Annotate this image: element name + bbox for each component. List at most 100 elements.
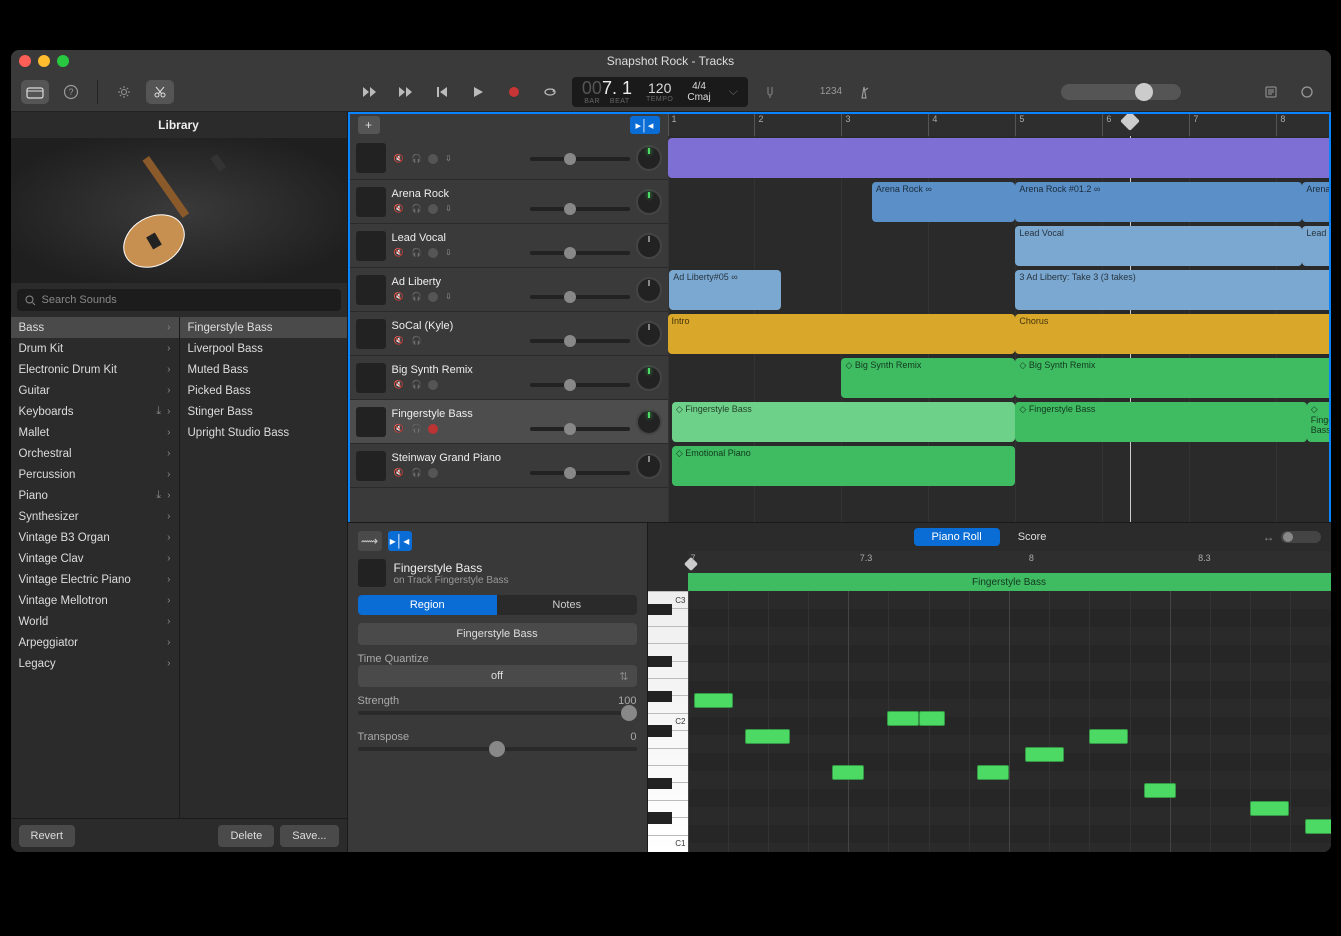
mute-button[interactable]: 🔇 xyxy=(392,246,406,260)
region[interactable] xyxy=(668,138,1329,178)
category-item[interactable]: Vintage B3 Organ› xyxy=(11,527,179,548)
category-item[interactable]: Synthesizer› xyxy=(11,506,179,527)
patch-item[interactable]: Fingerstyle Bass xyxy=(180,317,347,338)
category-item[interactable]: Vintage Electric Piano› xyxy=(11,569,179,590)
category-item[interactable]: Vintage Mellotron› xyxy=(11,590,179,611)
catch-playhead-button[interactable]: ▸│◂ xyxy=(388,531,412,551)
record-enable[interactable] xyxy=(428,380,438,390)
category-item[interactable]: Percussion› xyxy=(11,464,179,485)
piano-roll-grid[interactable] xyxy=(688,591,1331,852)
patch-item[interactable]: Upright Studio Bass xyxy=(180,422,347,443)
rewind-button[interactable] xyxy=(356,80,384,104)
lcd-display[interactable]: 007. 1 BAR BEAT 120 TEMPO 4/4 Cmaj ⌵ xyxy=(572,77,748,107)
solo-button[interactable]: 🎧 xyxy=(410,422,424,436)
category-item[interactable]: Keyboards⤓› xyxy=(11,401,179,422)
solo-button[interactable]: 🎧 xyxy=(410,152,424,166)
minimize-button[interactable] xyxy=(38,55,50,67)
solo-button[interactable]: 🎧 xyxy=(410,378,424,392)
transpose-slider[interactable] xyxy=(358,747,637,751)
record-button[interactable] xyxy=(500,80,528,104)
track-header[interactable]: SoCal (Kyle) 🔇 🎧 xyxy=(350,312,668,356)
category-item[interactable]: Orchestral› xyxy=(11,443,179,464)
region[interactable]: ◇ Big Synth Remix xyxy=(841,358,1015,398)
midi-note[interactable] xyxy=(694,693,733,708)
piano-keyboard[interactable]: C1C2C3 xyxy=(648,591,688,852)
patch-item[interactable]: Stinger Bass xyxy=(180,401,347,422)
solo-button[interactable]: 🎧 xyxy=(410,246,424,260)
solo-button[interactable]: 🎧 xyxy=(410,202,424,216)
midi-note[interactable] xyxy=(977,765,1009,780)
seg-region[interactable]: Region xyxy=(358,595,498,615)
category-item[interactable]: Bass› xyxy=(11,317,179,338)
metronome-button[interactable] xyxy=(850,80,878,104)
record-enable[interactable] xyxy=(428,424,438,434)
link-button[interactable]: ⟿ xyxy=(358,531,382,551)
region[interactable]: Arena Rock ∞ xyxy=(872,182,1016,222)
record-enable[interactable] xyxy=(428,292,438,302)
midi-note[interactable] xyxy=(919,711,945,726)
input-monitor[interactable]: ⇩ xyxy=(442,290,456,304)
record-enable[interactable] xyxy=(428,154,438,164)
search-input[interactable]: Search Sounds xyxy=(17,289,341,311)
category-item[interactable]: Guitar› xyxy=(11,380,179,401)
notepad-button[interactable] xyxy=(1257,80,1285,104)
library-toggle[interactable] xyxy=(21,80,49,104)
pan-knob[interactable] xyxy=(636,277,662,303)
count-in-button[interactable]: 1234 xyxy=(820,86,842,97)
track-header[interactable]: Ad Liberty 🔇 🎧 ⇩ xyxy=(350,268,668,312)
tab-score[interactable]: Score xyxy=(1000,528,1065,546)
master-volume-slider[interactable] xyxy=(1061,84,1181,100)
region-name-select[interactable]: Fingerstyle Bass xyxy=(358,623,637,645)
midi-note[interactable] xyxy=(1089,729,1128,744)
pan-knob[interactable] xyxy=(636,233,662,259)
category-item[interactable]: Drum Kit› xyxy=(11,338,179,359)
track-header[interactable]: 🔇 🎧 ⇩ xyxy=(350,136,668,180)
region[interactable]: Chorus xyxy=(1015,314,1328,354)
category-item[interactable]: Vintage Clav› xyxy=(11,548,179,569)
catch-button[interactable]: ▸│◂ xyxy=(630,116,660,134)
volume-slider[interactable] xyxy=(530,157,630,161)
midi-note[interactable] xyxy=(1025,747,1064,762)
patch-item[interactable]: Liverpool Bass xyxy=(180,338,347,359)
timeline-ruler[interactable]: 12345678 xyxy=(668,114,1329,136)
midi-note[interactable] xyxy=(1250,801,1289,816)
patch-item[interactable]: Picked Bass xyxy=(180,380,347,401)
maximize-button[interactable] xyxy=(57,55,69,67)
scissors-button[interactable] xyxy=(146,80,174,104)
mute-button[interactable]: 🔇 xyxy=(392,378,406,392)
forward-button[interactable] xyxy=(392,80,420,104)
mute-button[interactable]: 🔇 xyxy=(392,152,406,166)
mute-button[interactable]: 🔇 xyxy=(392,290,406,304)
stop-button[interactable] xyxy=(428,80,456,104)
category-item[interactable]: World› xyxy=(11,611,179,632)
solo-button[interactable]: 🎧 xyxy=(410,290,424,304)
track-header[interactable]: Steinway Grand Piano 🔇 🎧 xyxy=(350,444,668,488)
strength-slider[interactable] xyxy=(358,711,637,715)
mute-button[interactable]: 🔇 xyxy=(392,334,406,348)
volume-slider[interactable] xyxy=(530,383,630,387)
pan-knob[interactable] xyxy=(636,321,662,347)
seg-notes[interactable]: Notes xyxy=(497,595,637,615)
record-enable[interactable] xyxy=(428,204,438,214)
track-header[interactable]: Fingerstyle Bass 🔇 🎧 xyxy=(350,400,668,444)
region[interactable]: 3 Ad Liberty: Take 3 (3 takes) xyxy=(1015,270,1328,310)
category-item[interactable]: Legacy› xyxy=(11,653,179,674)
editor-region-strip[interactable]: Fingerstyle Bass xyxy=(688,573,1331,591)
save-button[interactable]: Save... xyxy=(280,825,338,847)
delete-button[interactable]: Delete xyxy=(218,825,274,847)
pan-knob[interactable] xyxy=(636,409,662,435)
category-item[interactable]: Arpeggiator› xyxy=(11,632,179,653)
tab-piano-roll[interactable]: Piano Roll xyxy=(914,528,1000,546)
volume-slider[interactable] xyxy=(530,339,630,343)
region[interactable]: Ad Liberty#05 ∞ xyxy=(669,270,780,310)
category-item[interactable]: Electronic Drum Kit› xyxy=(11,359,179,380)
volume-slider[interactable] xyxy=(530,471,630,475)
volume-slider[interactable] xyxy=(530,427,630,431)
track-header[interactable]: Big Synth Remix 🔇 🎧 xyxy=(350,356,668,400)
quick-help-button[interactable]: ? xyxy=(57,80,85,104)
region[interactable]: ◇ Fingerstyle Bass xyxy=(672,402,1016,442)
region[interactable]: Arena Rock #01.2 ∞ xyxy=(1015,182,1302,222)
track-header[interactable]: Lead Vocal 🔇 🎧 ⇩ xyxy=(350,224,668,268)
category-item[interactable]: Piano⤓› xyxy=(11,485,179,506)
editor-ruler[interactable]: 77.388.3 xyxy=(688,551,1331,573)
